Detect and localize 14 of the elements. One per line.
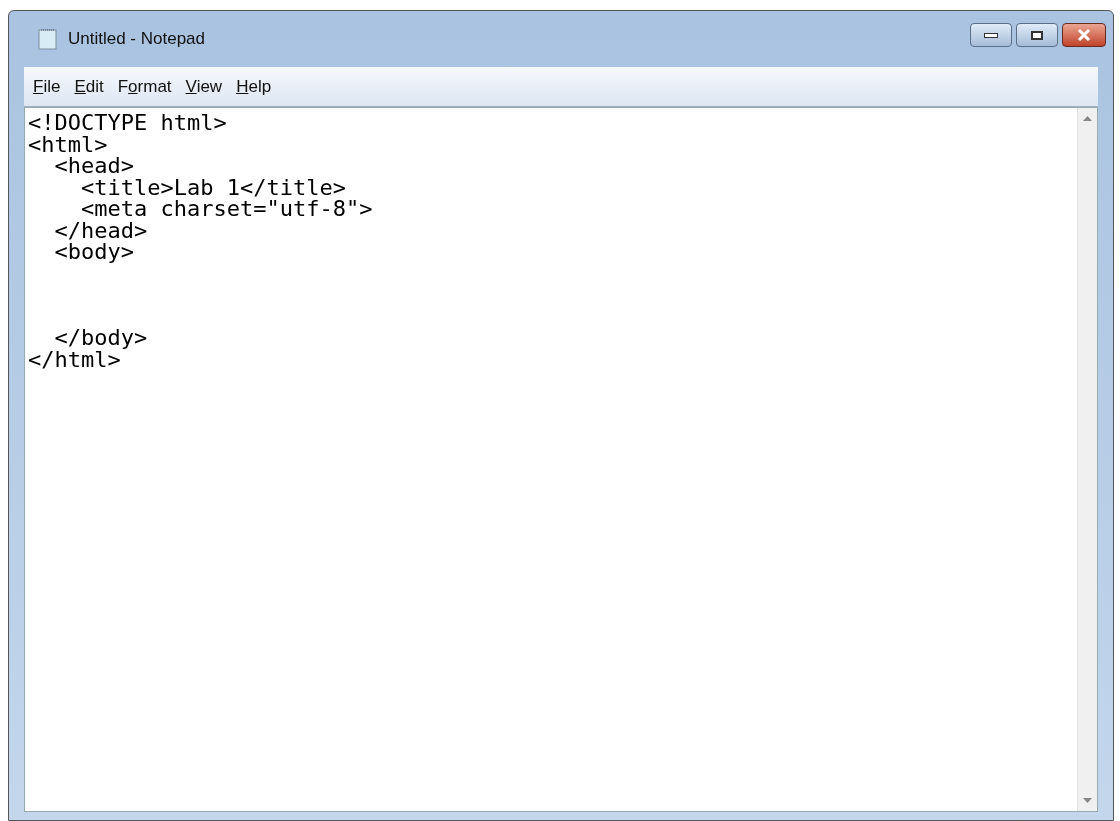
- close-button[interactable]: [1062, 23, 1106, 47]
- menu-item[interactable]: Format: [114, 73, 175, 100]
- close-icon: [1077, 29, 1091, 41]
- vertical-scrollbar[interactable]: [1077, 108, 1097, 811]
- menu-item[interactable]: View: [182, 73, 226, 100]
- scroll-up-icon[interactable]: [1083, 116, 1092, 121]
- minimize-button[interactable]: [970, 23, 1012, 47]
- window-title: Untitled - Notepad: [68, 28, 206, 51]
- maximize-button[interactable]: [1016, 23, 1058, 47]
- scroll-down-icon[interactable]: [1083, 798, 1092, 803]
- menu-item[interactable]: File: [30, 73, 64, 100]
- menu-item[interactable]: Help: [233, 73, 275, 100]
- notepad-icon: [38, 28, 58, 50]
- menu-item[interactable]: Edit: [71, 73, 107, 100]
